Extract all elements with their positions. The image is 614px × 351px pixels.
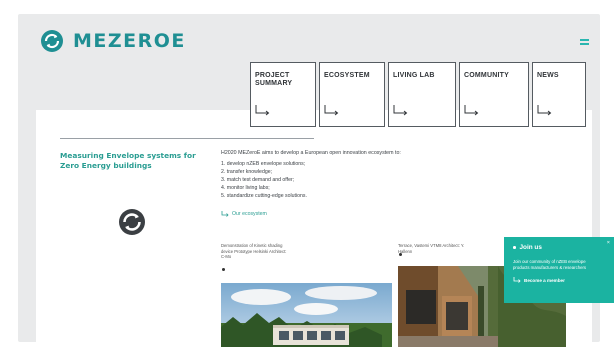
join-text: Join our community of nZEB envelope prod… — [513, 259, 587, 270]
brand-name: MEZEROE — [73, 30, 186, 52]
corner-arrow-icon — [393, 105, 408, 116]
corner-arrow-icon — [537, 105, 552, 116]
join-title-text: Join us — [519, 244, 542, 251]
goals-list: 1. develop nZEB envelope solutions; 2. t… — [221, 160, 307, 200]
corner-arrow-icon — [464, 105, 479, 116]
caption-dot — [399, 253, 402, 256]
nav-tile-living-lab[interactable]: LIVING LAB — [388, 62, 456, 127]
building-photo — [221, 283, 392, 347]
nav-label: ECOSYSTEM — [324, 72, 370, 79]
list-item: 2. transfer knowledge; — [221, 169, 273, 176]
link-label: Our ecosystem — [232, 211, 267, 217]
join-us-panel: × Join us Join our community of nZEB env… — [504, 237, 614, 303]
section-title: Measuring Envelope systems for Zero Ener… — [60, 151, 196, 170]
photo-caption: Terrace, Vastemi VTM8 Architect: Y. Hall… — [398, 243, 465, 254]
close-icon[interactable]: × — [607, 240, 610, 246]
caption-dot — [222, 268, 225, 271]
mezeroe-emblem-icon — [119, 209, 145, 235]
nav-label: LIVING LAB — [393, 72, 435, 79]
nav-label: PROJECT SUMMARY — [255, 72, 293, 87]
main-nav: PROJECT SUMMARY ECOSYSTEM LIVING LAB COM… — [250, 62, 586, 127]
nav-tile-news[interactable]: NEWS — [532, 62, 586, 127]
corner-arrow-icon — [324, 105, 339, 116]
list-item: 3. match test demand and offer; — [221, 177, 295, 184]
bullet-icon — [513, 246, 516, 249]
brand-logo[interactable]: MEZEROE — [40, 29, 186, 53]
corner-arrow-icon — [221, 211, 229, 217]
hamburger-menu-icon[interactable] — [580, 39, 589, 46]
corner-arrow-icon — [513, 277, 521, 283]
nav-tile-community[interactable]: COMMUNITY — [459, 62, 529, 127]
list-item: 4. monitor living labs; — [221, 185, 270, 192]
nav-label: COMMUNITY — [464, 72, 509, 79]
become-member-link[interactable]: Become a member — [513, 277, 605, 283]
photo-caption: Demonstration of Kinetic shading device … — [221, 243, 287, 260]
join-title: Join us — [513, 244, 605, 251]
page: MEZEROE PROJECT SUMMARY ECOSYSTEM LIVING… — [0, 0, 614, 351]
list-item: 5. standardize cutting-edge solutions. — [221, 193, 307, 200]
link-label: Become a member — [524, 277, 565, 283]
our-ecosystem-link[interactable]: Our ecosystem — [221, 211, 267, 217]
corner-arrow-icon — [255, 105, 270, 116]
nav-tile-ecosystem[interactable]: ECOSYSTEM — [319, 62, 385, 127]
nav-tile-project-summary[interactable]: PROJECT SUMMARY — [250, 62, 316, 127]
list-item: 1. develop nZEB envelope solutions; — [221, 161, 306, 167]
intro-text: H2020 MEZeroE aims to develop a European… — [221, 150, 401, 156]
section-divider — [60, 138, 314, 139]
mezeroe-logo-icon — [41, 30, 63, 52]
nav-label: NEWS — [537, 72, 559, 79]
